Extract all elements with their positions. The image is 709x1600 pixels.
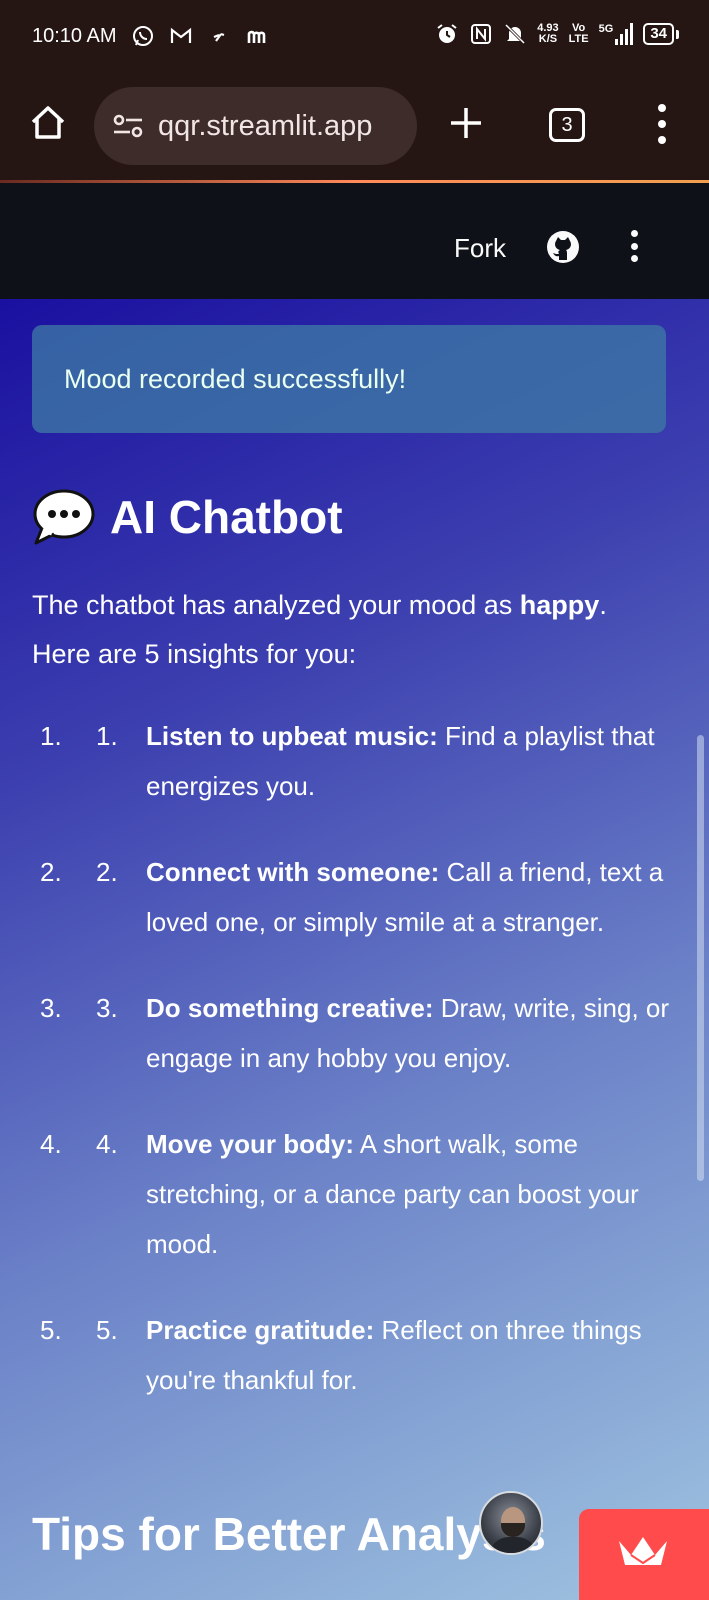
menu-dot bbox=[658, 104, 666, 112]
insight-title: Practice gratitude: bbox=[146, 1315, 375, 1345]
menu-dot bbox=[630, 255, 638, 262]
insights-list: 1. 1. Listen to upbeat music: Find a pla… bbox=[32, 711, 672, 1441]
github-icon[interactable] bbox=[545, 229, 581, 265]
insight-inner-number: 5. bbox=[96, 1315, 118, 1345]
m-app-icon bbox=[247, 30, 265, 43]
insight-inner-number: 4. bbox=[96, 1129, 118, 1159]
insight-outer-number: 4. bbox=[40, 1129, 62, 1159]
bell-muted-icon bbox=[505, 23, 526, 45]
insight-title: Listen to upbeat music: bbox=[146, 721, 438, 751]
insight-inner-number: 3. bbox=[96, 993, 118, 1023]
browser-toolbar: qqr.streamlit.app 3 bbox=[0, 78, 709, 180]
battery-tip bbox=[676, 29, 679, 39]
battery-indicator: 34 bbox=[643, 23, 679, 45]
status-bar: 10:10 AM 4.93 K/S Vo LTE 5G 34 bbox=[0, 0, 709, 78]
avatar-body bbox=[489, 1537, 537, 1553]
tips-heading: Tips for Better Analysis bbox=[32, 1508, 546, 1560]
avatar[interactable] bbox=[479, 1491, 543, 1555]
success-alert: Mood recorded successfully! bbox=[32, 325, 666, 433]
app-header: Fork bbox=[0, 183, 709, 299]
insight-outer-number: 1. bbox=[40, 721, 62, 751]
volte-indicator: Vo LTE bbox=[568, 22, 589, 45]
insight-item: 1. 1. Listen to upbeat music: Find a pla… bbox=[32, 711, 672, 811]
nfc-icon bbox=[471, 24, 492, 44]
insight-item: 3. 3. Do something creative: Draw, write… bbox=[32, 983, 672, 1083]
net-speed: 4.93 K/S bbox=[537, 22, 559, 45]
browser-menu-button[interactable] bbox=[650, 104, 674, 144]
main-content[interactable]: Mood recorded successfully! AI Chatbot T… bbox=[0, 299, 709, 1600]
status-left: 10:10 AM bbox=[32, 24, 269, 48]
url-text[interactable]: qqr.streamlit.app bbox=[158, 110, 372, 143]
gmail-icon bbox=[170, 27, 191, 43]
network-indicator: 5G bbox=[599, 23, 634, 45]
alarm-icon bbox=[437, 24, 457, 43]
signal-icon bbox=[615, 23, 634, 45]
insight-title: Do something creative: bbox=[146, 993, 434, 1023]
insight-item: 5. 5. Practice gratitude: Reflect on thr… bbox=[32, 1305, 672, 1405]
menu-dot bbox=[630, 242, 638, 250]
mood-value: happy bbox=[519, 590, 600, 620]
streamlit-badge[interactable] bbox=[579, 1509, 709, 1600]
insight-title: Move your body: bbox=[146, 1129, 355, 1159]
tune-icon[interactable] bbox=[112, 111, 144, 141]
app-menu-button[interactable] bbox=[627, 230, 641, 262]
insight-outer-number: 3. bbox=[40, 993, 62, 1023]
status-time: 10:10 AM bbox=[32, 24, 117, 47]
flash-icon bbox=[213, 32, 224, 42]
speech-bubble-icon bbox=[33, 489, 95, 545]
menu-dot bbox=[630, 230, 638, 237]
insight-inner-number: 1. bbox=[96, 721, 118, 751]
alert-message: Mood recorded successfully! bbox=[64, 363, 407, 394]
url-bar[interactable]: qqr.streamlit.app bbox=[94, 87, 417, 165]
menu-dot bbox=[658, 136, 666, 144]
insight-inner-number: 2. bbox=[96, 857, 118, 887]
chatbot-heading: AI Chatbot bbox=[32, 487, 343, 547]
menu-dot bbox=[658, 120, 666, 128]
status-right: 4.93 K/S Vo LTE 5G 34 bbox=[435, 22, 679, 46]
insight-item: 4. 4. Move your body: A short walk, some… bbox=[32, 1119, 672, 1269]
insight-title: Connect with someone: bbox=[146, 857, 440, 887]
insight-outer-number: 5. bbox=[40, 1315, 62, 1345]
insight-outer-number: 2. bbox=[40, 857, 62, 887]
page-scrollbar[interactable] bbox=[697, 735, 704, 1181]
chatbot-intro: The chatbot has analyzed your mood as ha… bbox=[32, 590, 607, 669]
tab-switcher-button[interactable]: 3 bbox=[549, 108, 585, 142]
plus-icon[interactable] bbox=[448, 105, 484, 141]
streamlit-crown-icon bbox=[619, 1537, 667, 1565]
whatsapp-icon bbox=[132, 26, 153, 46]
chatbot-title: AI Chatbot bbox=[110, 491, 343, 543]
home-icon[interactable] bbox=[28, 103, 68, 143]
insight-item: 2. 2. Connect with someone: Call a frien… bbox=[32, 847, 672, 947]
battery-level: 34 bbox=[643, 23, 674, 45]
fork-button[interactable]: Fork bbox=[454, 233, 506, 264]
avatar-beard bbox=[501, 1523, 525, 1537]
